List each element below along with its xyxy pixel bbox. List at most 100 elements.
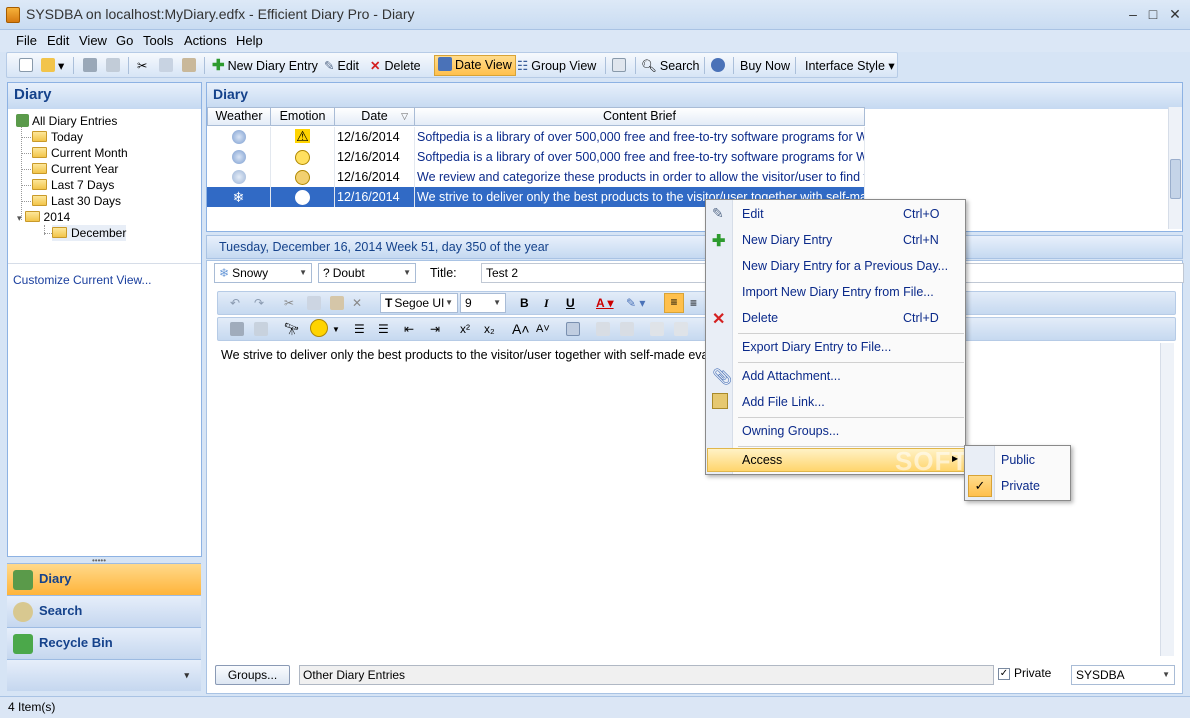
- tree-today[interactable]: Today: [32, 129, 83, 145]
- redo-icon[interactable]: ↷: [254, 295, 264, 312]
- indent-icon[interactable]: ⇥: [430, 321, 440, 338]
- split-cells-icon[interactable]: [674, 322, 688, 336]
- tree-december[interactable]: December: [52, 225, 127, 241]
- edit-button[interactable]: ✎ Edit: [324, 57, 359, 75]
- tree-last-30-days[interactable]: Last 30 Days: [32, 193, 121, 209]
- editor-scrollbar[interactable]: [1160, 343, 1174, 656]
- col-date[interactable]: Date ▽: [335, 107, 415, 126]
- close-button[interactable]: ✕: [1164, 6, 1186, 23]
- ctx-new-entry[interactable]: New Diary Entry: [742, 229, 832, 251]
- menu-go[interactable]: Go: [116, 33, 133, 48]
- shrink-font-icon[interactable]: A˅: [536, 321, 550, 338]
- maximize-button[interactable]: □: [1142, 6, 1164, 22]
- nav-diary[interactable]: Diary: [7, 563, 201, 595]
- cut-icon[interactable]: ✂: [137, 57, 147, 75]
- col-content-brief[interactable]: Content Brief: [415, 107, 865, 126]
- table-row[interactable]: ⚠ 12/16/2014 Softpedia is a library of o…: [207, 127, 865, 147]
- private-checkbox[interactable]: ✓: [998, 668, 1010, 680]
- group-view-button[interactable]: ☷ Group View: [517, 57, 596, 75]
- ctx-new-entry-previous-day[interactable]: New Diary Entry for a Previous Day...: [742, 255, 948, 277]
- print-preview-icon[interactable]: [254, 322, 268, 336]
- search-button[interactable]: 🔍︎ Search: [641, 57, 699, 75]
- italic-icon[interactable]: I: [544, 295, 549, 312]
- ctx-owning-groups[interactable]: Owning Groups...: [742, 420, 839, 442]
- emoticon-icon[interactable]: [310, 319, 328, 337]
- subscript-icon[interactable]: x₂: [484, 321, 495, 338]
- menu-help[interactable]: Help: [236, 33, 263, 48]
- user-select[interactable]: SYSDBA ▼: [1071, 665, 1175, 685]
- menu-tools[interactable]: Tools: [143, 33, 173, 48]
- ctx-edit[interactable]: Edit: [742, 203, 764, 225]
- cut-icon[interactable]: ✂: [284, 295, 294, 312]
- copy-icon[interactable]: [159, 57, 176, 75]
- menu-file[interactable]: File: [16, 33, 37, 48]
- entry-body-text[interactable]: We strive to deliver only the best produ…: [221, 348, 725, 362]
- tree-current-year[interactable]: Current Year: [32, 161, 118, 177]
- align-left-icon[interactable]: ≡: [664, 293, 684, 313]
- buy-now-button[interactable]: Buy Now: [740, 57, 790, 75]
- minimize-button[interactable]: –: [1122, 6, 1144, 22]
- tree-last-7-days[interactable]: Last 7 Days: [32, 177, 114, 193]
- emotion-select[interactable]: ? Doubt ▼: [318, 263, 416, 283]
- underline-icon[interactable]: U: [566, 295, 575, 312]
- weather-select[interactable]: ❄ Snowy ▼: [214, 263, 312, 283]
- font-select[interactable]: T Segoe UI ▼: [380, 293, 458, 313]
- ctx-import-entry[interactable]: Import New Diary Entry from File...: [742, 281, 934, 303]
- print-icon[interactable]: [230, 322, 244, 336]
- find-icon[interactable]: 🔭︎: [284, 321, 299, 338]
- copy-icon[interactable]: [307, 296, 321, 310]
- date-view-button[interactable]: Date View: [434, 55, 516, 76]
- superscript-icon[interactable]: x²: [460, 321, 470, 338]
- submenu-public[interactable]: Public: [1001, 449, 1035, 471]
- grow-font-icon[interactable]: A˄: [512, 321, 530, 338]
- undo-icon[interactable]: ↶: [230, 295, 240, 312]
- paste-icon[interactable]: [330, 296, 344, 310]
- delete-button[interactable]: ✕ Delete: [370, 57, 421, 75]
- table-row[interactable]: 12/16/2014 Softpedia is a library of ove…: [207, 147, 865, 167]
- table-row[interactable]: 12/16/2014 We review and categorize thes…: [207, 167, 865, 187]
- new-file-icon[interactable]: [19, 57, 36, 75]
- outdent-icon[interactable]: ⇤: [404, 321, 414, 338]
- merge-cells-icon[interactable]: [650, 322, 664, 336]
- new-entry-button[interactable]: ✚ New Diary Entry: [212, 57, 318, 75]
- highlight-icon[interactable]: ✎ ▾: [626, 295, 645, 312]
- ctx-export-entry[interactable]: Export Diary Entry to File...: [742, 336, 891, 358]
- ctx-delete[interactable]: Delete: [742, 307, 778, 329]
- nav-overflow[interactable]: ▾: [7, 659, 201, 691]
- attach-icon[interactable]: [612, 57, 629, 75]
- paste-icon[interactable]: [182, 57, 199, 75]
- customize-view-link[interactable]: Customize Current View...: [13, 273, 152, 287]
- tree-current-month[interactable]: Current Month: [32, 145, 128, 161]
- menu-edit[interactable]: Edit: [47, 33, 69, 48]
- help-icon[interactable]: [711, 57, 728, 75]
- insert-column-icon[interactable]: [620, 322, 634, 336]
- align-center-icon[interactable]: ≡: [690, 295, 697, 312]
- print-preview-icon[interactable]: [106, 57, 123, 75]
- insert-row-icon[interactable]: [596, 322, 610, 336]
- list-scrollbar[interactable]: [1168, 107, 1182, 229]
- submenu-private[interactable]: Private: [1001, 475, 1040, 497]
- bold-icon[interactable]: B: [520, 295, 529, 312]
- groups-button[interactable]: Groups...: [215, 665, 290, 685]
- nav-search[interactable]: Search: [7, 595, 201, 627]
- table-icon[interactable]: [566, 322, 580, 336]
- clear-format-icon[interactable]: ✕: [352, 295, 362, 312]
- tree-2014[interactable]: ▾ 2014: [17, 209, 70, 225]
- emoticon-dropdown-icon[interactable]: ▼: [332, 321, 340, 338]
- open-folder-icon[interactable]: ▾: [41, 57, 64, 75]
- interface-style-button[interactable]: Interface Style ▾: [805, 57, 895, 75]
- font-color-icon[interactable]: A ▾: [596, 295, 614, 312]
- ctx-add-file-link[interactable]: Add File Link...: [742, 391, 825, 413]
- bullet-list-icon[interactable]: ☰: [354, 321, 365, 338]
- menu-actions[interactable]: Actions: [184, 33, 227, 48]
- col-weather[interactable]: Weather: [207, 107, 271, 126]
- print-icon[interactable]: [83, 57, 100, 75]
- tree-all-entries[interactable]: All Diary Entries: [16, 113, 117, 129]
- numbered-list-icon[interactable]: ☰: [378, 321, 389, 338]
- size-select[interactable]: 9 ▼: [460, 293, 506, 313]
- col-emotion[interactable]: Emotion: [271, 107, 335, 126]
- ctx-add-attachment[interactable]: Add Attachment...: [742, 365, 841, 387]
- nav-recycle-bin[interactable]: Recycle Bin: [7, 627, 201, 659]
- menu-view[interactable]: View: [79, 33, 107, 48]
- ctx-access[interactable]: Access: [742, 449, 782, 471]
